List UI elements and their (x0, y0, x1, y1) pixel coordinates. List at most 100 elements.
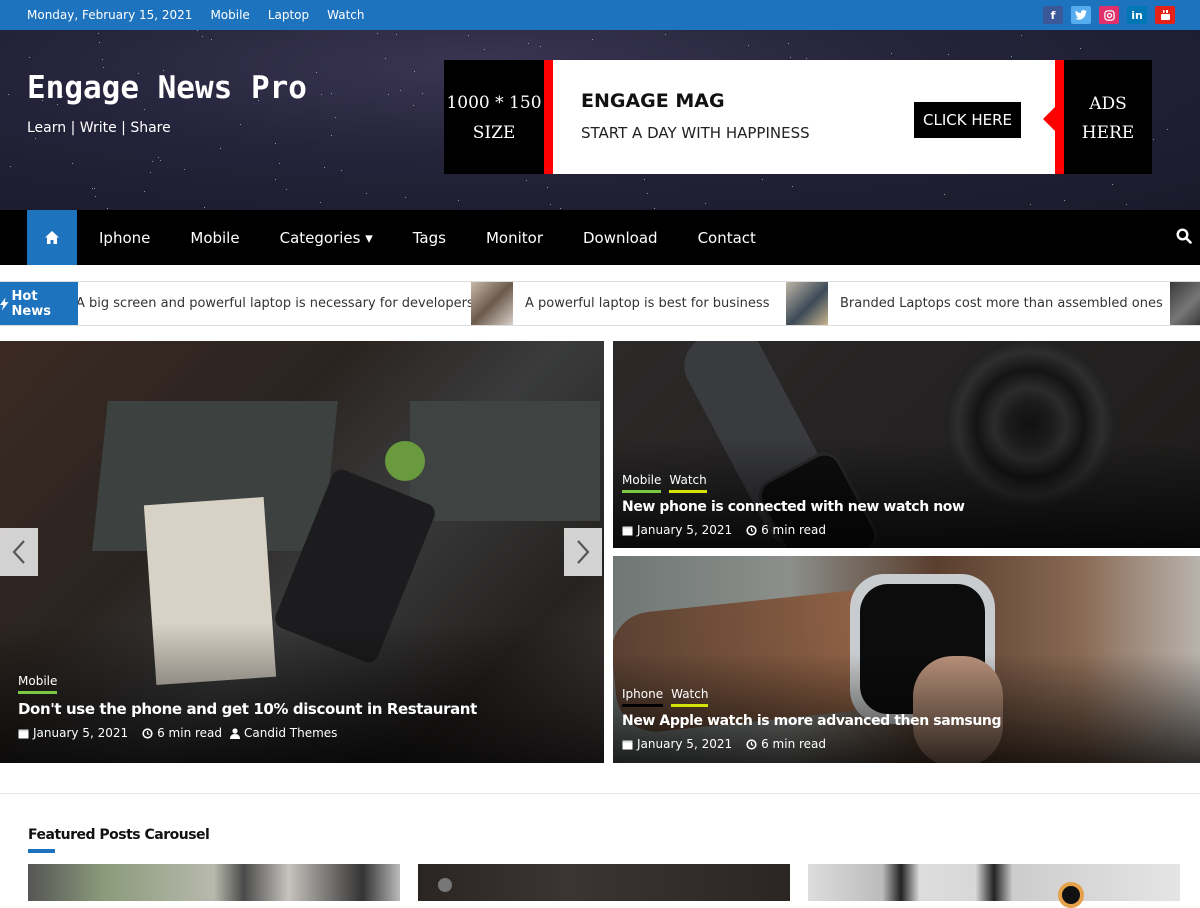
search-icon (1176, 228, 1192, 244)
linkedin-icon[interactable]: in (1127, 6, 1147, 24)
youtube-icon[interactable] (1155, 6, 1175, 24)
twitter-icon[interactable] (1071, 6, 1091, 24)
star-decoration (560, 208, 561, 209)
star-decoration (547, 187, 548, 188)
nav-item-monitor[interactable]: Monitor (486, 229, 543, 247)
nav-item-tags[interactable]: Tags (413, 229, 446, 247)
star-decoration (202, 36, 203, 37)
star-decoration (422, 93, 423, 94)
ad-click-here-button[interactable]: CLICK HERE (914, 102, 1021, 138)
category-tag-iphone[interactable]: Iphone (622, 687, 664, 707)
ticker-item[interactable]: A powerful laptop is best for business (471, 282, 769, 325)
star-decoration (320, 202, 321, 203)
star-decoration (335, 117, 336, 118)
side-post-title[interactable]: New Apple watch is more advanced then sa… (622, 713, 1002, 729)
category-tag-mobile[interactable]: Mobile (18, 674, 58, 694)
chevron-left-icon (12, 540, 25, 564)
featured-post-card[interactable] (808, 864, 1180, 908)
star-decoration (484, 49, 485, 50)
star-decoration (644, 179, 645, 180)
ticker-item-title: A big screen and powerful laptop is nece… (76, 296, 474, 311)
star-decoration (35, 138, 36, 139)
ad-size-line1: 1000 * 150 (446, 93, 542, 113)
side-post-info: Mobile Watch New phone is connected with… (622, 473, 965, 537)
star-decoration (316, 72, 317, 73)
calendar-icon (18, 729, 29, 738)
featured-post-card[interactable] (28, 864, 400, 901)
category-tag-watch[interactable]: Watch (669, 473, 707, 493)
star-decoration (211, 39, 212, 40)
star-decoration (414, 71, 415, 72)
slide-post-info: Mobile Don't use the phone and get 10% d… (18, 674, 477, 740)
home-icon (45, 231, 59, 244)
star-decoration (806, 58, 807, 59)
star-decoration (341, 170, 342, 171)
post-read-time: 6 min read (746, 523, 826, 537)
side-post-title[interactable]: New phone is connected with new watch no… (622, 499, 965, 515)
top-link-laptop[interactable]: Laptop (268, 8, 309, 22)
top-bar: Monday, February 15, 2021 Mobile Laptop … (0, 0, 1200, 30)
facebook-icon[interactable]: f (1043, 6, 1063, 24)
ticker-item[interactable]: A big screen and powerful laptop is nece… (76, 282, 474, 325)
instagram-icon[interactable] (1099, 6, 1119, 24)
star-decoration (468, 35, 469, 36)
section-title: Featured Posts Carousel (28, 827, 210, 843)
ticker-item[interactable]: Branded Laptops cost more than assembled… (786, 282, 1163, 325)
slider-next-button[interactable] (564, 528, 602, 576)
post-date-text: January 5, 2021 (33, 726, 129, 740)
category-tag-mobile[interactable]: Mobile (622, 473, 662, 493)
side-post-card[interactable]: Mobile Watch New phone is connected with… (613, 341, 1200, 548)
nav-home-button[interactable] (27, 210, 77, 265)
star-decoration (279, 163, 280, 164)
header-advertisement[interactable]: 1000 * 150 SIZE ENGAGE MAG START A DAY W… (444, 60, 1152, 174)
slide-post-title[interactable]: Don't use the phone and get 10% discount… (18, 700, 477, 718)
star-decoration (377, 33, 378, 34)
nav-item-contact[interactable]: Contact (698, 229, 756, 247)
featured-image-detail (438, 878, 452, 892)
search-button[interactable] (1176, 228, 1192, 248)
ad-subheading: START A DAY WITH HAPPINESS (581, 124, 810, 142)
star-decoration (400, 90, 401, 91)
side-post-info: Iphone Watch New Apple watch is more adv… (622, 687, 1002, 751)
star-decoration (528, 43, 529, 44)
star-decoration (1153, 139, 1154, 140)
nav-item-download[interactable]: Download (583, 229, 658, 247)
hot-news-ticker: Hot News A big screen and powerful lapto… (0, 281, 1200, 326)
nav-item-iphone[interactable]: Iphone (99, 229, 150, 247)
star-decoration (10, 166, 11, 167)
hot-news-text: Hot News (11, 288, 51, 319)
author-name: Candid Themes (244, 726, 338, 740)
star-decoration (705, 203, 706, 204)
read-time-text: 6 min read (761, 523, 827, 537)
featured-post-card[interactable] (418, 864, 790, 901)
top-link-watch[interactable]: Watch (327, 8, 364, 22)
star-decoration (748, 45, 749, 46)
star-decoration (321, 94, 322, 95)
star-decoration (366, 193, 367, 194)
clock-icon (746, 738, 757, 750)
side-post-card[interactable]: Iphone Watch New Apple watch is more adv… (613, 556, 1200, 763)
site-title[interactable]: Engage News Pro (27, 70, 307, 106)
nav-item-mobile[interactable]: Mobile (190, 229, 239, 247)
ad-here-line1: ADS (1089, 94, 1127, 114)
post-author[interactable]: Candid Themes (230, 726, 337, 740)
nav-item-categories[interactable]: Categories ▾ (280, 229, 373, 247)
star-decoration (762, 179, 763, 180)
top-link-mobile[interactable]: Mobile (210, 8, 249, 22)
ticker-thumbnail (1170, 282, 1200, 325)
star-decoration (240, 124, 241, 125)
star-decoration (150, 172, 151, 173)
site-tagline: Learn | Write | Share (27, 120, 171, 136)
ticker-item[interactable] (1170, 282, 1200, 325)
slider-prev-button[interactable] (0, 528, 38, 576)
ad-here-label: ADS HERE (1064, 60, 1152, 174)
category-tag-watch[interactable]: Watch (671, 687, 709, 707)
star-decoration (1064, 200, 1065, 201)
current-date: Monday, February 15, 2021 (27, 8, 193, 22)
slide-image-plant (385, 441, 425, 481)
ticker-thumbnail (471, 282, 513, 325)
ticker-item-title: Branded Laptops cost more than assembled… (840, 296, 1163, 311)
star-decoration (160, 160, 161, 161)
star-decoration (1021, 35, 1022, 36)
hot-news-label: Hot News (0, 282, 78, 325)
